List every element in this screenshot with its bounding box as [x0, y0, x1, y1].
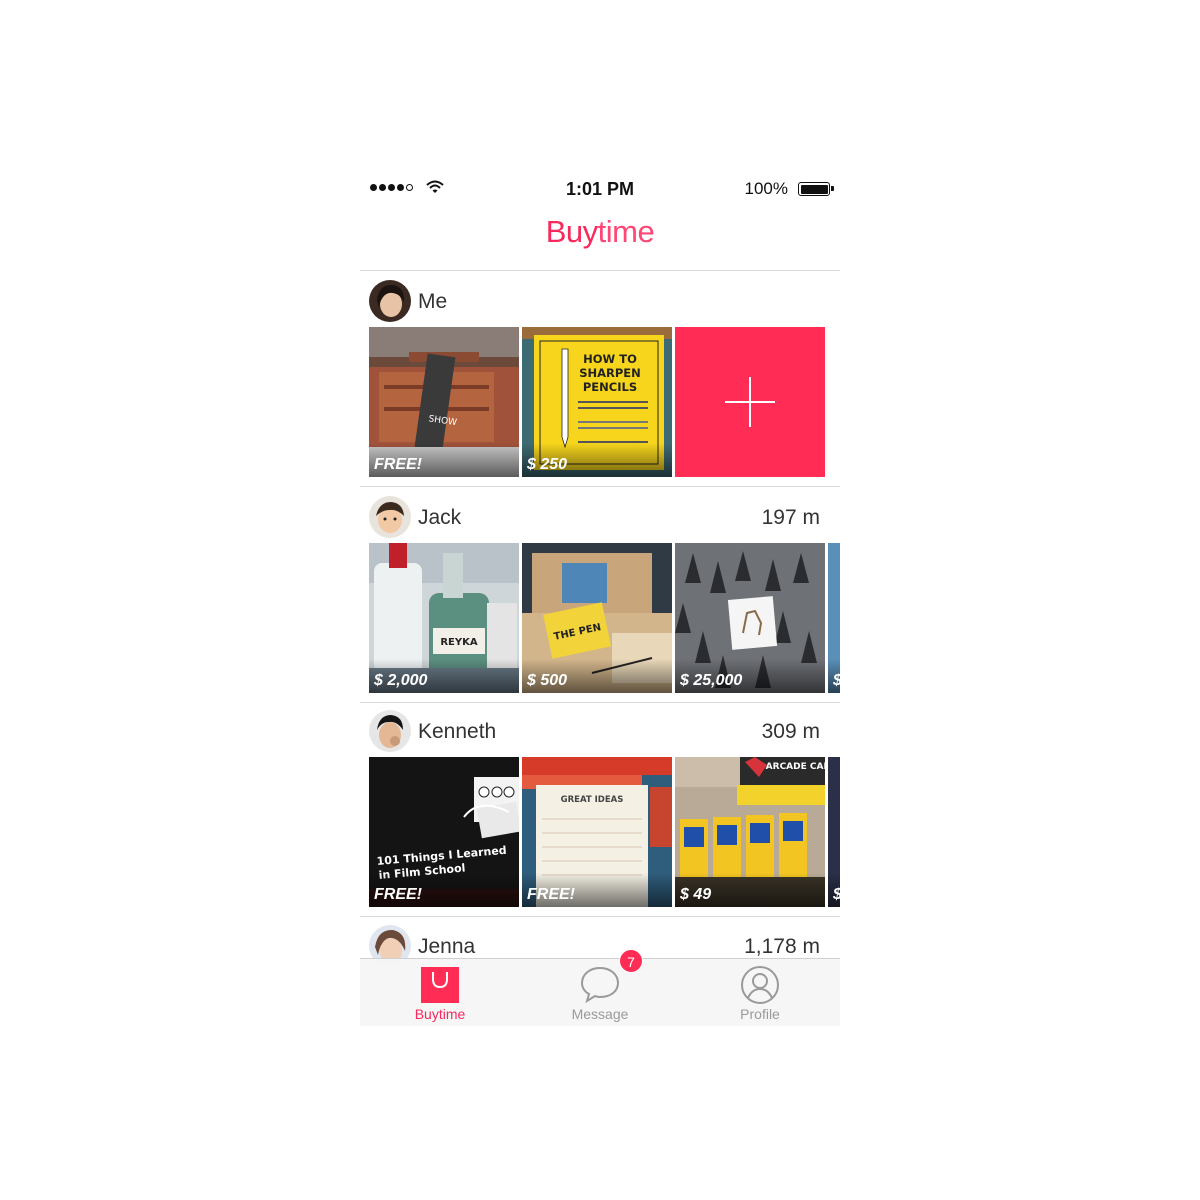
user-name: Jenna — [418, 935, 476, 958]
tab-label: Buytime — [414, 1006, 466, 1022]
price-label: $ 250 — [527, 456, 568, 473]
user-row[interactable]: Kenneth 309 m — [360, 701, 840, 757]
price-label: $ — [833, 672, 840, 690]
product-tile[interactable]: THE PEN $ 500 — [522, 543, 672, 693]
product-tile[interactable]: $ — [828, 757, 840, 907]
tab-bar: Buytime 7 Message Profile — [360, 949, 840, 1026]
user-name: Kenneth — [418, 720, 497, 743]
svg-text:SHARPEN: SHARPEN — [579, 366, 641, 380]
distance-label: 309 m — [761, 720, 820, 743]
profile-icon — [741, 966, 779, 1004]
user-section-jack: Jack 197 m REYKA $ 2,000 THE PEN $ 500 $… — [360, 487, 840, 702]
user-section-me: Me SHOW FREE! HOW TO SHARPEN PENCILS $ 2… — [360, 271, 840, 486]
user-section-kenneth: Kenneth 309 m 101 Things I Learned in Fi… — [360, 701, 840, 916]
product-tile[interactable]: $ 25,000 — [675, 543, 825, 693]
arcade-candy-text: ARCADE CANDY — [766, 762, 825, 772]
plus-icon — [725, 377, 775, 427]
product-tile[interactable]: 101 Things I Learned in Film School FREE… — [369, 757, 519, 907]
product-tile[interactable]: $ — [828, 543, 840, 693]
distance-label: 1,178 m — [744, 935, 820, 958]
shopping-bag-icon — [421, 967, 459, 1003]
price-label: FREE! — [527, 886, 575, 903]
app-title-buy: Buy — [545, 214, 598, 249]
tab-message[interactable]: 7 Message — [520, 949, 680, 1026]
price-label: $ 49 — [680, 886, 712, 903]
chat-bubble-icon — [580, 966, 620, 1003]
price-label: $ 25,000 — [680, 672, 743, 689]
user-row[interactable]: Me — [360, 271, 840, 327]
tab-buytime[interactable]: Buytime — [360, 959, 520, 1026]
price-label: $ 2,000 — [374, 672, 428, 689]
user-name: Jack — [418, 506, 462, 529]
product-tile[interactable]: ARCADE CANDY $ 49 — [675, 757, 825, 907]
product-tile[interactable]: HOW TO SHARPEN PENCILS $ 250 — [522, 327, 672, 477]
product-tile[interactable]: REYKA $ 2,000 — [369, 543, 519, 693]
distance-label: 197 m — [761, 506, 820, 529]
bottle-label-text: REYKA — [440, 637, 478, 648]
phone-screen: 1:01 PM 100% Buytime Me SHOW FREE! HOW T… — [360, 168, 840, 1026]
notepad-title-text: GREAT IDEAS — [561, 795, 624, 805]
status-bar: 1:01 PM 100% — [360, 168, 840, 210]
price-label: FREE! — [374, 886, 422, 903]
price-label: $ 500 — [527, 672, 568, 689]
battery-percentage: 100% — [744, 179, 788, 198]
app-title-time: time — [597, 214, 655, 249]
price-label: FREE! — [374, 456, 422, 473]
add-item-button[interactable] — [675, 327, 825, 477]
user-name: Me — [418, 290, 448, 313]
battery-icon — [798, 182, 834, 196]
unread-badge: 7 — [619, 949, 643, 973]
app-title: Buytime — [360, 214, 840, 250]
product-tile[interactable]: SHOW FREE! — [369, 327, 519, 477]
tab-label: Message — [571, 1006, 629, 1022]
price-label: $ — [833, 886, 840, 904]
avatar[interactable] — [369, 280, 411, 322]
user-row[interactable]: Jack 197 m — [360, 487, 840, 543]
avatar[interactable] — [369, 710, 411, 752]
avatar[interactable] — [369, 496, 411, 538]
svg-text:PENCILS: PENCILS — [583, 380, 637, 394]
tab-label: Profile — [740, 1006, 780, 1022]
book-title-text: HOW TO — [583, 352, 637, 366]
product-tile[interactable]: GREAT IDEAS FREE! — [522, 757, 672, 907]
tab-profile[interactable]: Profile — [680, 959, 840, 1026]
